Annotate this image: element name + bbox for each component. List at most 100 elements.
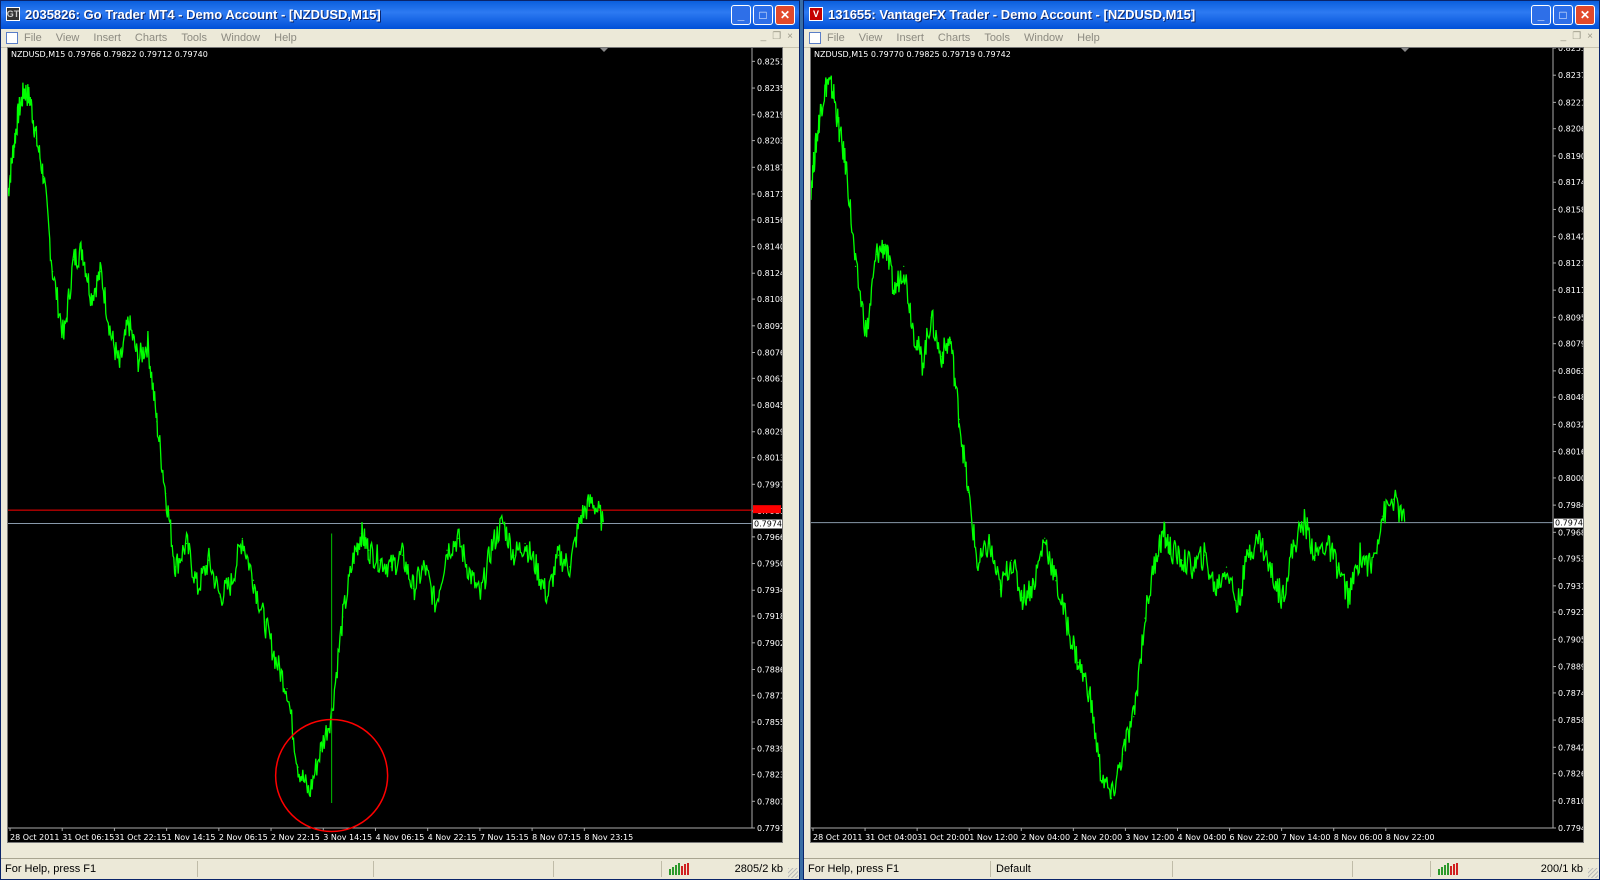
- price-data-point: [958, 418, 960, 420]
- close-icon[interactable]: ✕: [1575, 5, 1595, 25]
- price-data-point: [591, 499, 593, 501]
- maximize-icon[interactable]: □: [1553, 5, 1573, 25]
- price-data-point: [513, 554, 515, 556]
- price-data-point: [1155, 554, 1157, 556]
- title-bar[interactable]: V 131655: VantageFX Trader - Demo Accoun…: [804, 1, 1599, 29]
- window-title: 2035826: Go Trader MT4 - Demo Account - …: [25, 7, 381, 22]
- y-tick-label: 0.80290: [757, 428, 782, 437]
- menu-bar: File View Insert Charts Tools Window Hel…: [1, 29, 799, 48]
- minimize-icon[interactable]: _: [731, 5, 751, 25]
- price-data-point: [580, 516, 582, 518]
- y-tick-label: 0.79500: [757, 560, 782, 569]
- maximize-icon[interactable]: □: [753, 5, 773, 25]
- menu-help[interactable]: Help: [1077, 32, 1100, 44]
- price-data-point: [401, 554, 403, 556]
- price-line-series: [8, 82, 604, 798]
- menu-window[interactable]: Window: [1024, 32, 1063, 44]
- price-data-point: [35, 137, 37, 139]
- price-data-point: [100, 270, 102, 273]
- price-data-point: [1359, 554, 1361, 556]
- chart-shift-icon: [600, 48, 608, 52]
- chart-canvas[interactable]: NZDUSD,M15 0.79770 0.79825 0.79719 0.797…: [811, 48, 1583, 842]
- x-tick-label: 3 Nov 14:15: [323, 833, 372, 842]
- y-tick-label: 0.80160: [1558, 448, 1583, 457]
- chart-window-icon[interactable]: [6, 32, 18, 44]
- menu-view[interactable]: View: [859, 32, 883, 44]
- y-tick-label: 0.79370: [1558, 582, 1583, 591]
- menu-tools[interactable]: Tools: [181, 32, 207, 44]
- price-chart[interactable]: NZDUSD,M15 0.79766 0.79822 0.79712 0.797…: [7, 47, 783, 843]
- y-tick-label: 0.78265: [1558, 770, 1583, 779]
- chart-canvas[interactable]: NZDUSD,M15 0.79766 0.79822 0.79712 0.797…: [8, 48, 782, 842]
- mdi-close-icon[interactable]: ×: [1587, 31, 1593, 42]
- price-data-point: [866, 333, 868, 335]
- price-data-point: [424, 566, 426, 568]
- menu-charts[interactable]: Charts: [938, 32, 970, 44]
- price-data-point: [219, 596, 221, 598]
- price-data-point: [820, 104, 822, 106]
- vantagefx-window[interactable]: V 131655: VantageFX Trader - Demo Accoun…: [803, 0, 1600, 880]
- menu-file[interactable]: File: [827, 32, 845, 44]
- y-tick-label: 0.81715: [757, 190, 782, 199]
- menu-charts[interactable]: Charts: [135, 32, 167, 44]
- y-tick-label: 0.80950: [1558, 313, 1583, 322]
- price-data-point: [1033, 583, 1035, 585]
- y-tick-label: 0.82190: [757, 111, 782, 120]
- y-tick-label: 0.80925: [757, 322, 782, 331]
- x-tick-label: 2 Nov 06:15: [219, 833, 268, 842]
- price-data-point: [977, 566, 979, 568]
- menu-window[interactable]: Window: [221, 32, 260, 44]
- mdi-close-icon[interactable]: ×: [787, 31, 793, 42]
- price-data-point: [546, 596, 549, 598]
- y-tick-label: 0.80480: [1558, 393, 1583, 402]
- price-data-point: [185, 542, 188, 545]
- y-tick-label: 0.78390: [757, 745, 782, 754]
- menu-insert[interactable]: Insert: [896, 32, 924, 44]
- title-bar[interactable]: GT 2035826: Go Trader MT4 - Demo Account…: [1, 1, 799, 29]
- price-data-point: [286, 688, 288, 690]
- mdi-restore-icon[interactable]: ❐: [772, 31, 781, 42]
- menu-help[interactable]: Help: [274, 32, 297, 44]
- mdi-minimize-icon[interactable]: _: [761, 31, 767, 42]
- chart-window-icon[interactable]: [809, 32, 821, 44]
- mdi-minimize-icon[interactable]: _: [1561, 31, 1567, 42]
- price-data-point: [1144, 617, 1146, 619]
- price-data-point: [930, 316, 932, 318]
- y-tick-label: 0.79215: [1558, 608, 1583, 617]
- mdi-restore-icon[interactable]: ❐: [1572, 31, 1581, 42]
- price-chart[interactable]: NZDUSD,M15 0.79770 0.79825 0.79719 0.797…: [810, 47, 1584, 843]
- price-data-point: [446, 549, 448, 551]
- y-tick-label: 0.80610: [757, 374, 782, 383]
- menu-file[interactable]: File: [24, 32, 42, 44]
- y-tick-label: 0.80320: [1558, 420, 1583, 429]
- y-tick-label: 0.81875: [757, 163, 782, 172]
- price-data-point: [342, 616, 344, 618]
- price-data-point: [1225, 566, 1228, 568]
- chart-shift-icon: [1401, 48, 1409, 52]
- price-data-point: [524, 542, 526, 545]
- resize-grip-icon[interactable]: [788, 868, 798, 878]
- price-data-point: [353, 554, 355, 556]
- price-data-point: [815, 141, 817, 143]
- y-tick-label: 0.79025: [757, 639, 782, 648]
- price-data-point: [846, 168, 848, 171]
- price-data-point: [903, 265, 905, 267]
- y-tick-label: 0.78865: [757, 665, 782, 674]
- price-data-point: [197, 587, 199, 590]
- menu-view[interactable]: View: [56, 32, 80, 44]
- menu-insert[interactable]: Insert: [93, 32, 121, 44]
- menu-tools[interactable]: Tools: [984, 32, 1010, 44]
- resize-grip-icon[interactable]: [1588, 868, 1598, 878]
- price-data-point: [29, 99, 31, 101]
- price-data-point: [137, 359, 139, 361]
- y-tick-label: 0.78235: [757, 771, 782, 780]
- price-data-point: [17, 112, 20, 114]
- y-tick-label: 0.78580: [1558, 716, 1583, 725]
- close-icon[interactable]: ✕: [775, 5, 795, 25]
- go-trader-window[interactable]: GT 2035826: Go Trader MT4 - Demo Account…: [0, 0, 800, 880]
- price-data-point: [1404, 520, 1406, 522]
- price-data-point: [557, 554, 560, 556]
- y-tick-label: 0.78075: [757, 797, 782, 806]
- price-data-point: [1203, 554, 1205, 556]
- minimize-icon[interactable]: _: [1531, 5, 1551, 25]
